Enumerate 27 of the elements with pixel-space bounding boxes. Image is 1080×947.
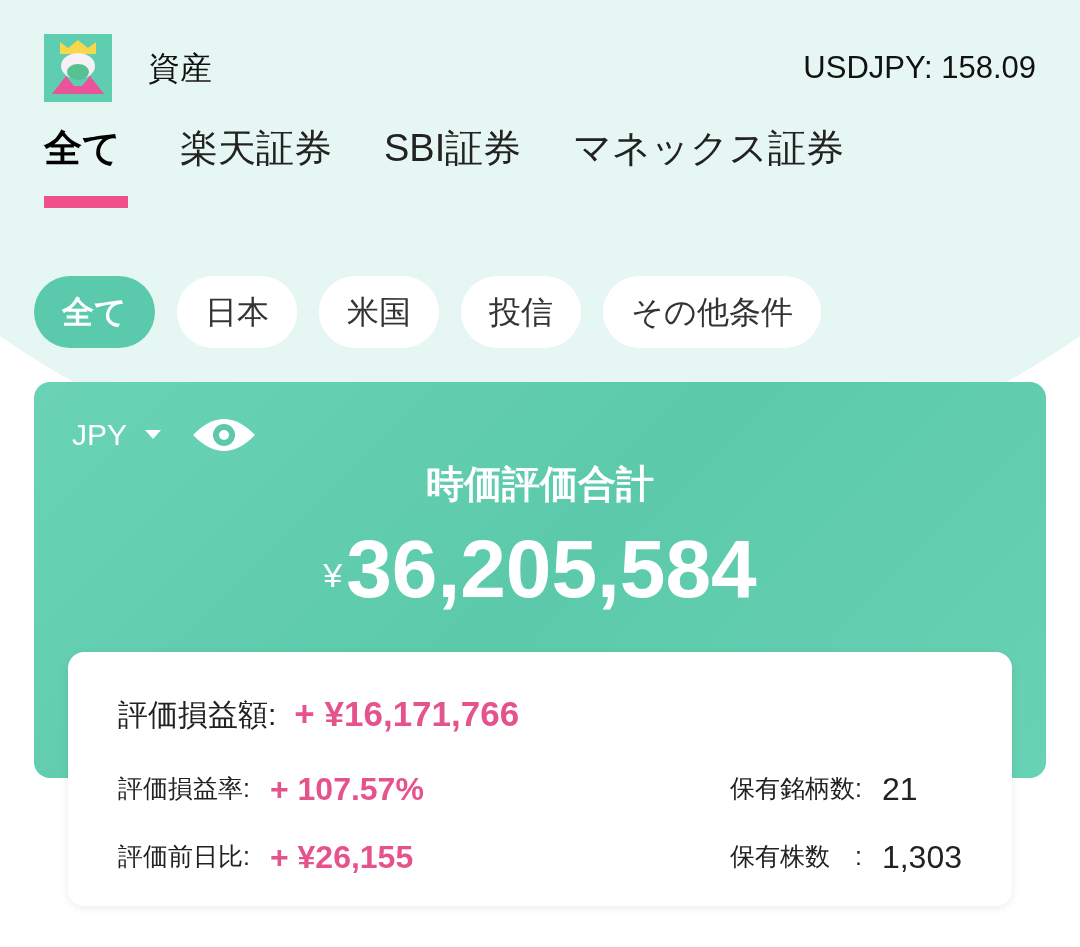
stat-colon: : (854, 772, 863, 804)
stat-label: 保有銘柄数 (729, 772, 855, 804)
profit-value: + ¥16,171,766 (294, 693, 520, 735)
page-title: 資産 (148, 49, 212, 88)
stat-colon: : (243, 772, 251, 804)
stat-colon: : (854, 840, 863, 872)
stat-label: 評価前日比 (118, 840, 243, 872)
broker-tab[interactable]: 全て (44, 122, 128, 208)
caret-icon (145, 430, 162, 439)
profit-label: 評価損益額 (118, 696, 268, 733)
broker-tab[interactable]: 楽天証券 (180, 122, 332, 208)
stat-value: 21 (881, 769, 919, 809)
total-value: 36,205,584 (346, 522, 757, 616)
stat-value: + 107.57% (269, 769, 425, 809)
stat-value: 1,303 (881, 837, 962, 877)
profit-colon: : (268, 696, 277, 733)
currency-mark: ¥ (323, 555, 343, 596)
broker-tab[interactable]: マネックス証券 (573, 122, 845, 208)
filter-chip[interactable]: その他条件 (603, 276, 821, 348)
stat-value: + ¥26,155 (269, 837, 415, 877)
stat-label: 保有株数 (729, 840, 831, 872)
exchange-rate: USDJPY: 158.09 (803, 48, 1036, 87)
total-title: 時価評価合計 (426, 462, 654, 507)
broker-tab[interactable]: SBI証券 (384, 122, 522, 208)
stat-colon: : (243, 840, 251, 872)
stat-label: 評価損益率 (118, 772, 243, 804)
mascot-logo-icon (44, 34, 112, 102)
